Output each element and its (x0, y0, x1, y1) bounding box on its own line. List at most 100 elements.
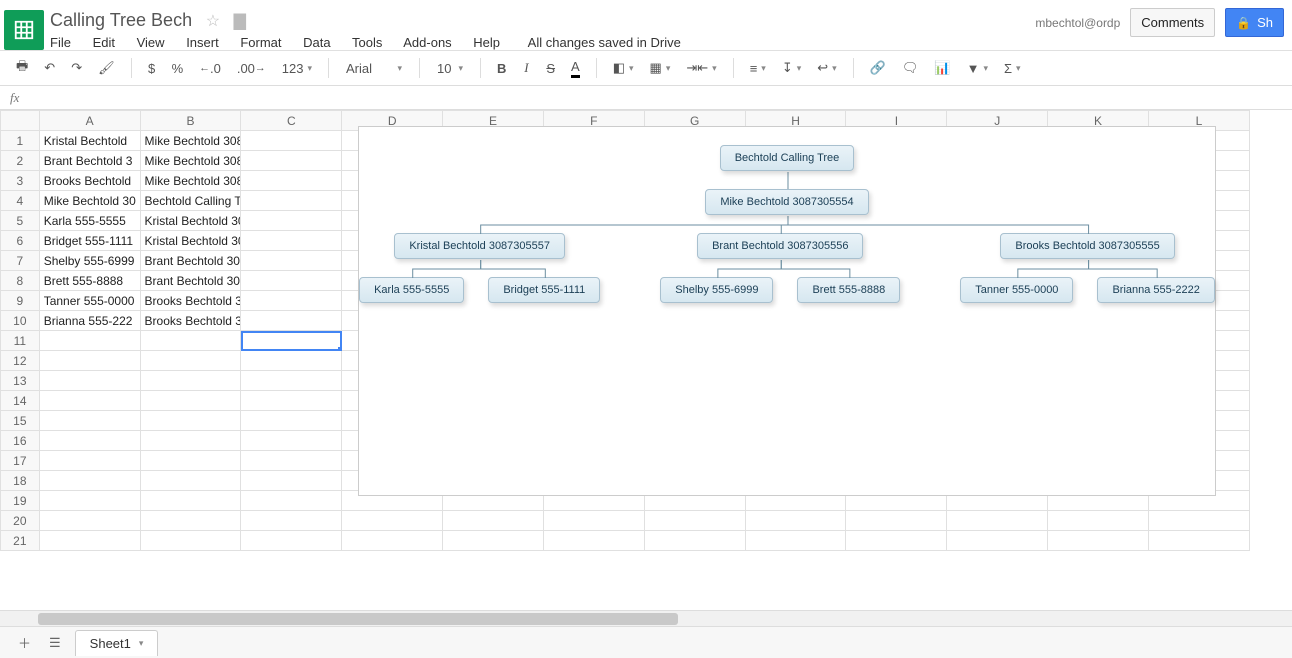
menu-insert[interactable]: Insert (186, 35, 219, 50)
cell-C15[interactable] (241, 411, 342, 431)
row-header-16[interactable]: 16 (1, 431, 40, 451)
row-header-4[interactable]: 4 (1, 191, 40, 211)
row-header-20[interactable]: 20 (1, 511, 40, 531)
row-header-13[interactable]: 13 (1, 371, 40, 391)
cell-C1[interactable] (241, 131, 342, 151)
cell-A4[interactable]: Mike Bechtold 30 (39, 191, 140, 211)
bold-button[interactable]: B (491, 57, 512, 80)
cell-J21[interactable] (947, 531, 1048, 551)
cell-A13[interactable] (39, 371, 140, 391)
org-chart[interactable]: Bechtold Calling Tree Mike Bechtold 3087… (358, 126, 1216, 496)
undo-icon[interactable]: ↶ (38, 56, 61, 80)
cell-A5[interactable]: Karla 555-5555 (39, 211, 140, 231)
cell-C2[interactable] (241, 151, 342, 171)
text-color-button[interactable]: A (565, 55, 586, 82)
cell-A8[interactable]: Brett 555-8888 (39, 271, 140, 291)
menu-addons[interactable]: Add-ons (403, 35, 451, 50)
cell-C12[interactable] (241, 351, 342, 371)
row-header-5[interactable]: 5 (1, 211, 40, 231)
cell-A7[interactable]: Shelby 555-6999 (39, 251, 140, 271)
insert-link-icon[interactable]: 🔗 (864, 56, 892, 80)
cell-A15[interactable] (39, 411, 140, 431)
row-header-21[interactable]: 21 (1, 531, 40, 551)
row-header-2[interactable]: 2 (1, 151, 40, 171)
cell-C10[interactable] (241, 311, 342, 331)
cell-B17[interactable] (140, 451, 241, 471)
menu-data[interactable]: Data (303, 35, 330, 50)
cell-C3[interactable] (241, 171, 342, 191)
cell-K21[interactable] (1048, 531, 1149, 551)
insert-comment-icon[interactable]: 🗨 (896, 56, 925, 80)
cell-C18[interactable] (241, 471, 342, 491)
insert-chart-icon[interactable]: 📊 (928, 56, 956, 80)
font-select[interactable]: Arial (339, 57, 409, 80)
menu-help[interactable]: Help (473, 35, 500, 50)
text-wrap-button[interactable]: ↩ (811, 56, 842, 80)
cell-C5[interactable] (241, 211, 342, 231)
row-header-11[interactable]: 11 (1, 331, 40, 351)
h-align-button[interactable]: ≡ (744, 57, 772, 80)
row-header-7[interactable]: 7 (1, 251, 40, 271)
row-header-19[interactable]: 19 (1, 491, 40, 511)
share-button[interactable]: 🔒 Sh (1225, 8, 1284, 37)
cell-B5[interactable]: Kristal Bechtold 3087305557 (140, 211, 241, 231)
row-header-1[interactable]: 1 (1, 131, 40, 151)
row-header-12[interactable]: 12 (1, 351, 40, 371)
cell-A2[interactable]: Brant Bechtold 3 (39, 151, 140, 171)
cell-H21[interactable] (745, 531, 846, 551)
sheet-tab[interactable]: Sheet1 ▾ (75, 630, 159, 656)
menu-file[interactable]: File (50, 35, 71, 50)
number-format-dropdown[interactable]: 123 (276, 57, 318, 80)
sheets-logo-icon[interactable] (4, 10, 44, 50)
cell-B2[interactable]: Mike Bechtold 3087305554 (140, 151, 241, 171)
cell-A19[interactable] (39, 491, 140, 511)
print-icon[interactable]: 🖶 (10, 53, 34, 83)
cell-B14[interactable] (140, 391, 241, 411)
cell-B11[interactable] (140, 331, 241, 351)
v-align-button[interactable]: ↧ (776, 56, 807, 80)
cell-C20[interactable] (241, 511, 342, 531)
col-header-B[interactable]: B (140, 111, 241, 131)
cell-C14[interactable] (241, 391, 342, 411)
cell-C13[interactable] (241, 371, 342, 391)
cell-A17[interactable] (39, 451, 140, 471)
cell-A3[interactable]: Brooks Bechtold (39, 171, 140, 191)
cell-D20[interactable] (342, 511, 443, 531)
format-currency[interactable]: $ (142, 57, 162, 80)
cell-B7[interactable]: Brant Bechtold 3087305556 (140, 251, 241, 271)
menu-edit[interactable]: Edit (93, 35, 115, 50)
row-header-18[interactable]: 18 (1, 471, 40, 491)
cell-I20[interactable] (846, 511, 947, 531)
cell-B6[interactable]: Kristal Bechtold 3087305557 (140, 231, 241, 251)
comments-button[interactable]: Comments (1130, 8, 1215, 37)
font-size-select[interactable]: 10 (430, 57, 470, 80)
menu-format[interactable]: Format (240, 35, 281, 50)
cell-F20[interactable] (543, 511, 644, 531)
row-header-14[interactable]: 14 (1, 391, 40, 411)
row-header-15[interactable]: 15 (1, 411, 40, 431)
cell-C9[interactable] (241, 291, 342, 311)
cell-B13[interactable] (140, 371, 241, 391)
cell-B4[interactable]: Bechtold Calling Tree (140, 191, 241, 211)
redo-icon[interactable]: ↷ (65, 56, 88, 80)
star-icon[interactable]: ☆ (206, 13, 220, 30)
scrollbar-thumb[interactable] (38, 613, 678, 625)
cell-C6[interactable] (241, 231, 342, 251)
filter-icon[interactable]: ▼ (961, 57, 994, 80)
cell-G21[interactable] (644, 531, 745, 551)
cell-A12[interactable] (39, 351, 140, 371)
cell-A10[interactable]: Brianna 555-222 (39, 311, 140, 331)
cell-B19[interactable] (140, 491, 241, 511)
horizontal-scrollbar[interactable] (0, 610, 1292, 626)
cell-B9[interactable]: Brooks Bechtold 3087305555 (140, 291, 241, 311)
cell-B3[interactable]: Mike Bechtold 3087305554 (140, 171, 241, 191)
cell-F21[interactable] (543, 531, 644, 551)
cell-C21[interactable] (241, 531, 342, 551)
paint-format-icon[interactable]: 🖌 (92, 56, 121, 80)
cell-A11[interactable] (39, 331, 140, 351)
user-email[interactable]: mbechtol@ordp (1035, 16, 1120, 30)
row-header-17[interactable]: 17 (1, 451, 40, 471)
row-header-3[interactable]: 3 (1, 171, 40, 191)
cell-C19[interactable] (241, 491, 342, 511)
col-header-C[interactable]: C (241, 111, 342, 131)
